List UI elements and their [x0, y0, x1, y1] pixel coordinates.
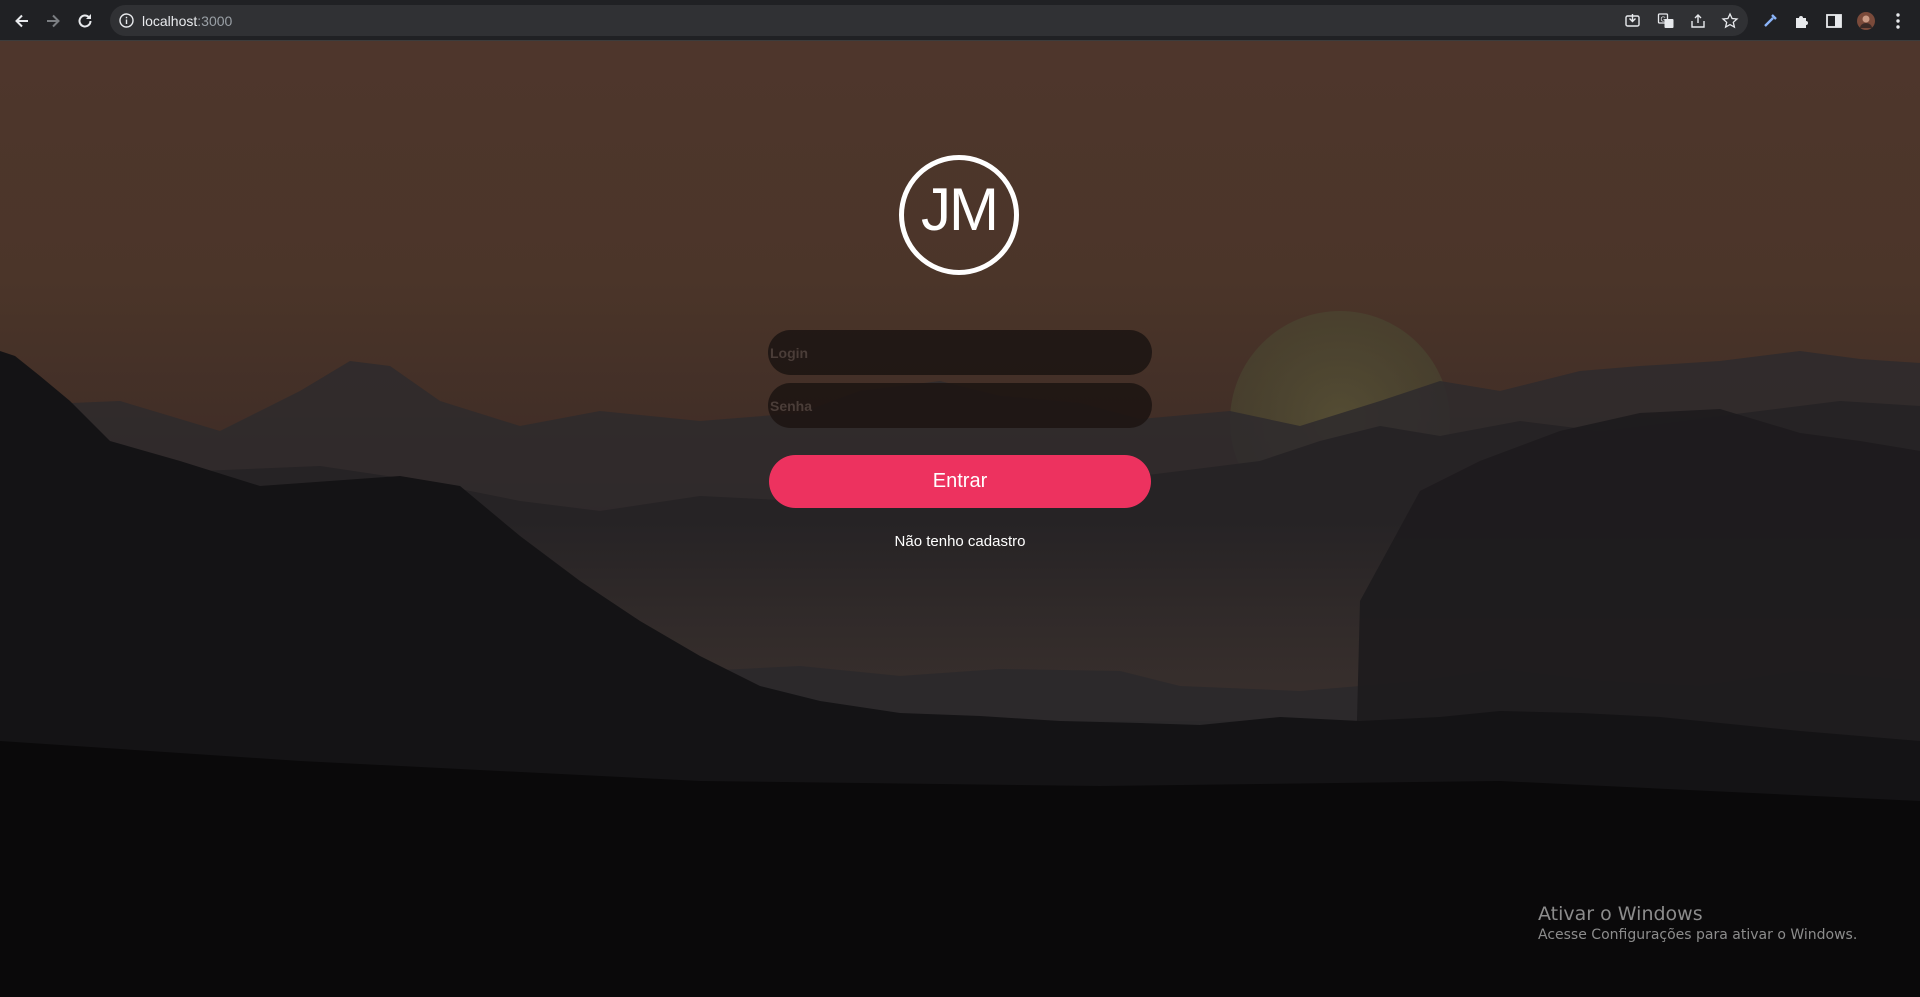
watermark-subtitle: Acesse Configurações para ativar o Windo…	[1538, 927, 1858, 943]
svg-text:G: G	[1661, 17, 1666, 24]
logo-initials: JM	[921, 176, 999, 243]
submit-button[interactable]: Entrar	[769, 455, 1151, 508]
url-text[interactable]: localhost:3000	[142, 13, 232, 29]
register-link[interactable]: Não tenho cadastro	[800, 533, 1120, 550]
windows-activation-watermark: Ativar o Windows Acesse Configurações pa…	[1538, 903, 1857, 943]
profile-avatar-icon[interactable]	[1856, 11, 1876, 31]
login-field[interactable]	[768, 330, 1152, 375]
address-bar[interactable]: localhost:3000 G	[110, 5, 1748, 36]
kebab-menu-icon[interactable]	[1888, 11, 1908, 31]
bookmark-star-icon[interactable]	[1721, 12, 1739, 30]
watermark-title: Ativar o Windows	[1538, 903, 1703, 925]
extensions-puzzle-icon[interactable]	[1792, 11, 1812, 31]
back-arrow-icon[interactable]	[9, 8, 35, 34]
eyedropper-icon[interactable]	[1760, 11, 1780, 31]
brand-logo: JM	[899, 155, 1019, 275]
login-page: JM Entrar Não tenho cadastro Ativar o Wi…	[0, 41, 1920, 997]
info-icon[interactable]	[118, 12, 135, 29]
share-icon[interactable]	[1689, 12, 1707, 30]
url-port: :3000	[197, 13, 233, 29]
password-input[interactable]	[768, 383, 1152, 428]
side-panel-icon[interactable]	[1824, 11, 1844, 31]
forward-arrow-icon[interactable]	[40, 8, 66, 34]
browser-toolbar: localhost:3000 G	[0, 0, 1920, 41]
login-input[interactable]	[768, 330, 1152, 375]
reload-icon[interactable]	[72, 8, 98, 34]
translate-icon[interactable]: G	[1657, 12, 1675, 30]
install-app-icon[interactable]	[1624, 12, 1642, 30]
url-host: localhost	[142, 13, 198, 29]
password-field[interactable]	[768, 383, 1152, 428]
